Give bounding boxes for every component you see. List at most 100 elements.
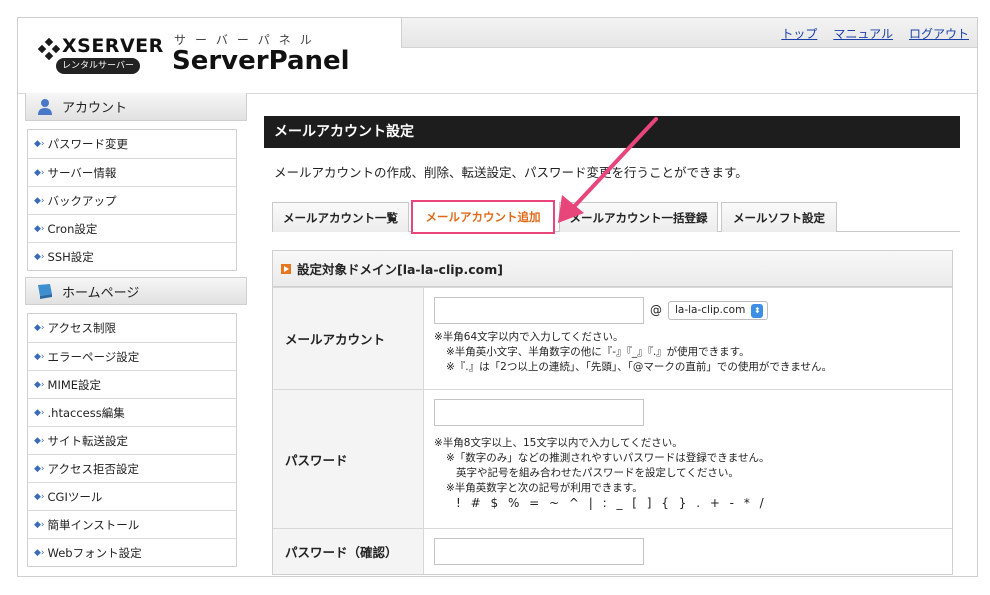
domain-select[interactable]: la-la-clip.com ⬍ (668, 301, 769, 320)
settings-panel: 設定対象ドメイン[la-la-clip.com] メールアカウント @ la-l… (272, 250, 953, 575)
sidebar-item-ssh[interactable]: ◆› SSH設定 (28, 242, 236, 270)
nav-manual-link[interactable]: マニュアル (833, 25, 893, 42)
select-chevron-icon: ⬍ (751, 303, 764, 318)
page-title: メールアカウント設定 (264, 116, 960, 148)
sidebar-item-site-forward[interactable]: ◆› サイト転送設定 (28, 426, 236, 454)
note-line: ※『.』は「2つ以上の連続」、「先頭」、「@マークの直前」での使用ができません。 (446, 361, 832, 373)
nav-logout-link[interactable]: ログアウト (909, 25, 969, 42)
sidebar-item-cron[interactable]: ◆› Cron設定 (28, 214, 236, 242)
sidebar-item-label: Cron設定 (47, 221, 98, 236)
sidebar-item-server-info[interactable]: ◆› サーバー情報 (28, 158, 236, 186)
sidebar-list-account: ◆› パスワード変更 ◆› サーバー情報 ◆› バックアップ ◆› Cron設定 ◆› S… (27, 129, 237, 271)
panel-header: 設定対象ドメイン[la-la-clip.com] (273, 251, 952, 287)
account-notes: ※半角64文字以内で入力してください。 ※半角英小文字、半角数字の他に『-』『_… (434, 330, 942, 375)
note-line: ※半角8文字以上、15文字以内で入力してください。 (434, 437, 683, 449)
tab-account-add[interactable]: メールアカウント追加 (411, 200, 555, 234)
password-notes: ※半角8文字以上、15文字以内で入力してください。 ※「数字のみ」などの推測され… (434, 436, 942, 511)
sidebar-list-homepage: ◆› アクセス制限 ◆› エラーページ設定 ◆› MIME設定 ◆› .htaccess… (27, 313, 237, 567)
sidebar-item-label: バックアップ (47, 193, 117, 208)
sidebar-item-password[interactable]: ◆› パスワード変更 (28, 130, 236, 158)
form-row-password: パスワード ※半角8文字以上、15文字以内で入力してください。 ※「数字のみ」な… (273, 389, 952, 528)
account-cell: @ la-la-clip.com ⬍ ※半角64文字以内で入力してください。 ※… (424, 288, 952, 389)
arrow-icon: ◆› (34, 167, 45, 178)
sidebar-item-label: 簡単インストール (47, 517, 140, 532)
sidebar-section-title: ホームページ (62, 285, 140, 301)
arrow-icon: ◆› (34, 251, 45, 262)
note-line: ※「数字のみ」などの推測されやすいパスワードは登録できません。 (446, 452, 770, 464)
at-sign: @ (650, 303, 662, 317)
sidebar-item-htaccess[interactable]: ◆› .htaccess編集 (28, 398, 236, 426)
note-line: ※半角英小文字、半角数字の他に『-』『_』『.』が使用できます。 (446, 346, 750, 358)
arrow-icon: ◆› (34, 139, 45, 149)
bullet-icon (281, 263, 291, 274)
sidebar-item-label: パスワード変更 (47, 137, 129, 151)
arrow-icon: ◆› (34, 407, 45, 418)
arrow-icon: ◆› (34, 491, 45, 502)
arrow-icon: ◆› (34, 547, 45, 558)
monitor-icon (38, 284, 52, 299)
sidebar-item-label: SSH設定 (47, 249, 94, 264)
xserver-logo-icon (38, 38, 60, 60)
sidebar-item-access-deny[interactable]: ◆› アクセス拒否設定 (28, 454, 236, 482)
header: XSERVER レンタルサーバー サーバーパネル ServerPanel トップ… (18, 18, 977, 94)
sidebar-item-label: .htaccess編集 (47, 405, 125, 420)
form-row-account: メールアカウント @ la-la-clip.com ⬍ ※半角64文字以内で入力… (273, 287, 952, 389)
domain-select-value: la-la-clip.com (675, 304, 746, 316)
arrow-icon: ◆› (34, 519, 45, 530)
arrow-icon: ◆› (34, 379, 45, 390)
sidebar-item-label: CGIツール (47, 489, 103, 504)
sidebar-item-mime[interactable]: ◆› MIME設定 (28, 370, 236, 398)
sidebar-item-webfont[interactable]: ◆› Webフォント設定 (28, 538, 236, 566)
arrow-icon: ◆› (34, 463, 45, 474)
account-input[interactable] (434, 297, 644, 324)
sidebar-item-error-page[interactable]: ◆› エラーページ設定 (28, 342, 236, 370)
arrow-icon: ◆› (34, 435, 45, 446)
sidebar-section-title: アカウント (62, 101, 128, 116)
account-label: メールアカウント (273, 288, 424, 389)
logo-badge: レンタルサーバー (56, 58, 140, 74)
sidebar: アカウント ◆› パスワード変更 ◆› サーバー情報 ◆› バックアップ ◆› Cron… (25, 93, 247, 573)
tab-bar: メールアカウント一覧 メールアカウント追加 メールアカウント一括登録 メールソフ… (272, 200, 960, 234)
sidebar-item-label: アクセス拒否設定 (47, 461, 139, 476)
note-line: ※半角64文字以内で入力してください。 (434, 331, 624, 343)
tab-mail-software[interactable]: メールソフト設定 (721, 202, 837, 232)
page-description: メールアカウントの作成、削除、転送設定、パスワード変更を行うことができます。 (274, 165, 748, 180)
sidebar-item-label: MIME設定 (47, 377, 102, 392)
arrow-icon: ◆› (34, 195, 45, 206)
note-line: ※半角英数字と次の記号が利用できます。 (446, 482, 643, 494)
confirm-input[interactable] (434, 538, 644, 565)
logo[interactable]: XSERVER レンタルサーバー サーバーパネル ServerPanel (18, 18, 401, 93)
nav-top-link[interactable]: トップ (781, 25, 817, 42)
arrow-icon: ◆› (34, 323, 45, 333)
confirm-label: パスワード（確認） (273, 529, 424, 574)
password-label: パスワード (273, 390, 424, 528)
sidebar-item-label: エラーページ設定 (47, 349, 140, 364)
logo-product: ServerPanel (172, 46, 350, 76)
sidebar-section-account[interactable]: アカウント (25, 93, 247, 121)
note-line: 英字や記号を組み合わせたパスワードを設定してください。 (456, 467, 739, 479)
tab-account-bulk[interactable]: メールアカウント一括登録 (559, 202, 718, 232)
tab-account-list[interactable]: メールアカウント一覧 (272, 202, 409, 232)
arrow-icon: ◆› (34, 223, 45, 234)
sidebar-item-label: サーバー情報 (47, 165, 117, 180)
sidebar-item-cgi[interactable]: ◆› CGIツール (28, 482, 236, 510)
confirm-cell (424, 529, 952, 574)
form-row-confirm: パスワード（確認） (273, 528, 952, 574)
note-symbols: ! # $ % = ~ ^ | : _ [ ] { } . + - * / (456, 496, 767, 510)
user-icon (38, 98, 52, 115)
sidebar-item-label: アクセス制限 (47, 321, 116, 335)
sidebar-section-homepage[interactable]: ホームページ (25, 277, 247, 305)
top-nav: トップ マニュアル ログアウト (781, 25, 969, 42)
panel-title: 設定対象ドメイン[la-la-clip.com] (297, 262, 503, 277)
logo-text: XSERVER (62, 35, 164, 57)
server-panel-window: XSERVER レンタルサーバー サーバーパネル ServerPanel トップ… (17, 17, 978, 577)
sidebar-item-backup[interactable]: ◆› バックアップ (28, 186, 236, 214)
sidebar-item-access-restriction[interactable]: ◆› アクセス制限 (28, 314, 236, 342)
sidebar-item-label: サイト転送設定 (47, 433, 129, 448)
arrow-icon: ◆› (34, 351, 45, 362)
sidebar-item-label: Webフォント設定 (47, 545, 142, 560)
main-content: メールアカウント設定 メールアカウントの作成、削除、転送設定、パスワード変更を行… (264, 116, 960, 575)
top-bar: トップ マニュアル ログアウト (401, 18, 977, 48)
sidebar-item-easy-install[interactable]: ◆› 簡単インストール (28, 510, 236, 538)
password-input[interactable] (434, 399, 644, 426)
